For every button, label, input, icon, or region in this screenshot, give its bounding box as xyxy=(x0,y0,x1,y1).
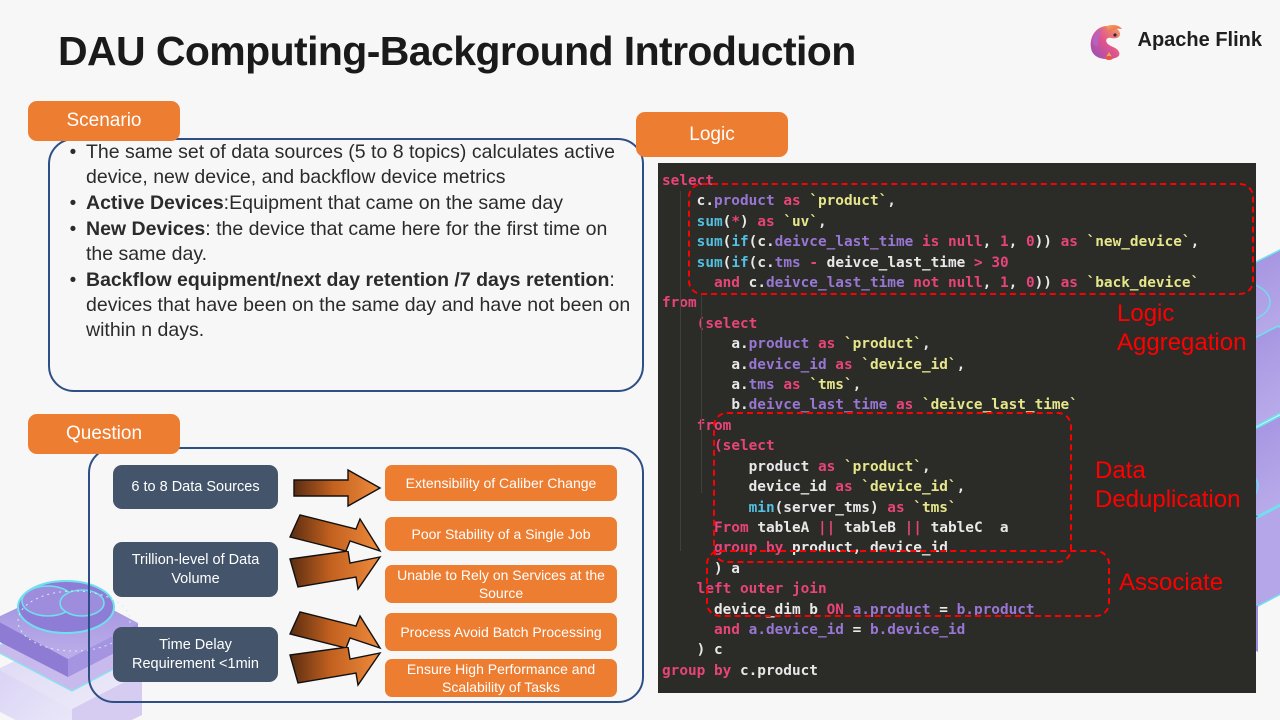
arrow-icon-straight xyxy=(293,468,382,508)
scenario-bullet-text-1: Active Devices:Equipment that came on th… xyxy=(86,192,563,214)
scenario-bullet-list: • The same set of data sources (5 to 8 t… xyxy=(60,140,638,344)
outcome-box-2: Unable to Rely on Services at the Source xyxy=(385,565,617,603)
scenario-badge: Scenario xyxy=(28,101,180,141)
outcome-box-3: Process Avoid Batch Processing xyxy=(385,613,617,651)
bullet-icon: • xyxy=(69,219,77,240)
brand-name: Apache Flink xyxy=(1137,28,1262,51)
outcome-box-4: Ensure High Performance and Scalability … xyxy=(385,659,617,697)
list-item: • New Devices: the device that came here… xyxy=(60,217,638,267)
list-item: • The same set of data sources (5 to 8 t… xyxy=(60,140,638,190)
annotation-data-deduplication: Data Deduplication xyxy=(1095,457,1241,513)
scenario-bullet-text-3: Backflow equipment/next day retention /7… xyxy=(86,269,631,341)
list-item: • Backflow equipment/next day retention … xyxy=(60,268,638,343)
scenario-bullet-text-0: The same set of data sources (5 to 8 top… xyxy=(86,141,615,188)
source-box-1: Trillion-level of Data Volume xyxy=(113,542,278,597)
logic-badge: Logic xyxy=(636,112,788,157)
question-flow-diagram: 6 to 8 Data Sources Trillion-level of Da… xyxy=(88,447,640,699)
highlight-box-logic-aggregation xyxy=(688,183,1254,295)
source-box-2: Time Delay Requirement <1min xyxy=(113,627,278,682)
annotation-associate: Associate xyxy=(1119,569,1224,596)
scenario-bullet-text-2: New Devices: the device that came here f… xyxy=(86,218,608,265)
flink-squirrel-icon xyxy=(1090,25,1122,60)
arrow-icon-down-right-1 xyxy=(289,551,382,591)
brand-logo: Apache Flink xyxy=(1085,18,1262,62)
highlight-box-data-deduplication xyxy=(713,412,1072,563)
bullet-icon: • xyxy=(69,270,77,291)
outcome-box-0: Extensibility of Caliber Change xyxy=(385,465,617,501)
source-box-0: 6 to 8 Data Sources xyxy=(113,465,278,509)
bullet-icon: • xyxy=(69,193,77,214)
bullet-icon: • xyxy=(69,142,77,163)
outcome-box-1: Poor Stability of a Single Job xyxy=(385,517,617,551)
arrow-icon-up-right-1 xyxy=(289,514,382,553)
question-badge: Question xyxy=(28,414,180,454)
page-title: DAU Computing-Background Introduction xyxy=(58,28,856,74)
arrow-icon-down-right-2 xyxy=(289,647,382,687)
sql-code-panel: select c.product as `product`, sum(*) as… xyxy=(658,163,1256,693)
slide-root: DAU Computing-Background Introduction Ap… xyxy=(0,0,1280,720)
annotation-logic-aggregation: Logic Aggregation xyxy=(1117,300,1247,356)
list-item: • Active Devices:Equipment that came on … xyxy=(60,191,638,216)
highlight-box-associate xyxy=(706,550,1110,617)
